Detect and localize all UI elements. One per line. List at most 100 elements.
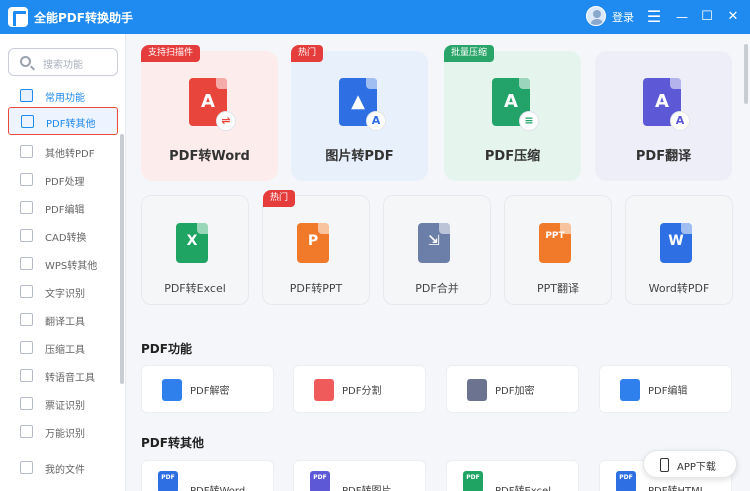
ticket-icon [20, 397, 33, 410]
compress-icon [20, 341, 33, 354]
badge-hot: 热门 [291, 45, 324, 62]
phone-icon [660, 458, 669, 472]
voice-icon [20, 369, 33, 382]
close-button[interactable]: ✕ [722, 6, 744, 28]
cad-icon [20, 229, 33, 242]
tool-pdf-to-image[interactable]: PDF PDF转图片 [293, 460, 426, 491]
sidebar-item-pdf-to-other[interactable]: PDF转其他 [8, 107, 118, 135]
sidebar-item-label: WPS转其他 [45, 261, 98, 272]
tool-pdf-edit[interactable]: PDF编辑 [599, 365, 732, 413]
card-word-to-pdf[interactable]: W Word转PDF [625, 195, 733, 305]
lock-icon [467, 379, 487, 401]
tool-label: PDF编辑 [648, 386, 688, 397]
sidebar-item-label: PDF编辑 [45, 205, 85, 216]
main-scrollbar[interactable] [744, 44, 748, 104]
sidebar-item-compress[interactable]: 压缩工具 [8, 334, 118, 362]
app-download-button[interactable]: APP下载 [643, 450, 737, 478]
title-bar: 全能PDF转换助手 登录 ☰ — ☐ ✕ [0, 0, 750, 34]
sidebar-item-label: 其他转PDF [45, 149, 95, 160]
badge-hot: 热门 [263, 190, 296, 207]
login-link[interactable]: 登录 [612, 9, 634, 25]
card-label: Word转PDF [648, 282, 710, 295]
word-icon: W [660, 223, 692, 263]
tool-pdf-split[interactable]: PDF分割 [293, 365, 426, 413]
tool-pdf-to-excel[interactable]: PDF PDF转Excel [446, 460, 579, 491]
card-ppt-translate[interactable]: PPT PPT翻译 [504, 195, 612, 305]
sidebar-item-label: PDF转其他 [46, 119, 96, 130]
sidebar-item-common[interactable]: 常用功能 [8, 82, 118, 110]
sidebar-item-pdf-process[interactable]: PDF处理 [8, 166, 118, 194]
card-label: PDF转Excel [164, 282, 226, 295]
tool-pdf-encrypt[interactable]: PDF加密 [446, 365, 579, 413]
tool-label: PDF转Word [190, 482, 245, 491]
sidebar-scrollbar[interactable] [120, 134, 124, 384]
menu-button[interactable]: ☰ [643, 6, 665, 28]
pdf-mark-icon: A [366, 111, 386, 131]
pdf-to-word-icon: PDF [158, 471, 178, 491]
translate-icon [20, 313, 33, 326]
split-icon [314, 379, 334, 401]
sidebar-item-label: 我的文件 [45, 465, 85, 476]
sidebar-item-translate[interactable]: 翻译工具 [8, 306, 118, 334]
tool-pdf-to-word[interactable]: PDF PDF转Word [141, 460, 274, 491]
card-pdf-translate[interactable]: AA PDF翻译 [595, 51, 732, 181]
card-pdf-merge[interactable]: ⇲ PDF合并 [383, 195, 491, 305]
sidebar-item-scan[interactable]: 万能识别 [8, 418, 118, 446]
sidebar-item-label: 翻译工具 [45, 317, 85, 328]
sidebar-item-cad[interactable]: CAD转换 [8, 222, 118, 250]
card-pdf-to-excel[interactable]: X PDF转Excel [141, 195, 249, 305]
section-title-pdf-to-other: PDF转其他 [141, 436, 204, 450]
card-label: PDF转PPT [289, 282, 343, 295]
sidebar-item-voice[interactable]: 转语音工具 [8, 362, 118, 390]
pdf-to-excel-icon: PDF [463, 471, 483, 491]
ppt-translate-icon: PPT [539, 223, 571, 263]
tool-label: PDF解密 [190, 386, 230, 397]
badge-scan-support: 支持扫描件 [141, 45, 201, 62]
compress-document-icon: A ≡ [492, 78, 539, 131]
scan-icon [20, 425, 33, 438]
minimize-button[interactable]: — [671, 6, 693, 28]
tool-label: PDF分割 [342, 386, 382, 397]
sidebar-item-ocr[interactable]: 文字识别 [8, 278, 118, 306]
main-content: A ⇌ PDF转Word 支持扫描件 ▲ A 图片转PDF 热门 A ≡ PDF压缩 … [127, 34, 750, 491]
sidebar-item-ticket[interactable]: 票证识别 [8, 390, 118, 418]
star-icon [20, 89, 33, 102]
section-title-pdf-functions: PDF功能 [141, 342, 192, 356]
card-label: 图片转PDF [325, 149, 394, 164]
sidebar-item-label: 万能识别 [45, 429, 85, 440]
sidebar-item-my-files[interactable]: 我的文件 [8, 454, 118, 482]
sidebar-item-pdf-edit[interactable]: PDF编辑 [8, 194, 118, 222]
convert-icon [20, 145, 33, 158]
layers-icon: ≡ [519, 111, 539, 131]
pdf-icon [21, 115, 34, 128]
search-placeholder: 搜索功能 [43, 60, 83, 71]
edit-icon [20, 201, 33, 214]
tool-label: PDF转Excel [495, 482, 551, 491]
sidebar-item-label: 文字识别 [45, 289, 85, 300]
wps-icon [20, 257, 33, 270]
translate-document-icon: AA [643, 78, 690, 131]
card-pdf-to-ppt[interactable]: P PDF转PPT 热门 [262, 190, 370, 305]
app-title: 全能PDF转换助手 [34, 11, 133, 25]
maximize-button[interactable]: ☐ [696, 6, 718, 28]
convert-arrows-icon: ⇌ [216, 111, 236, 131]
excel-icon: X [176, 223, 208, 263]
sidebar-item-label: CAD转换 [45, 233, 87, 244]
tool-pdf-decrypt[interactable]: PDF解密 [141, 365, 274, 413]
ocr-icon [20, 285, 33, 298]
avatar-icon [586, 6, 606, 26]
card-pdf-to-word[interactable]: A ⇌ PDF转Word 支持扫描件 [141, 45, 278, 181]
search-input[interactable]: 搜索功能 [8, 48, 118, 76]
card-image-to-pdf[interactable]: ▲ A 图片转PDF 热门 [291, 45, 428, 181]
card-pdf-compress[interactable]: A ≡ PDF压缩 批量压缩 [444, 45, 581, 181]
sidebar-item-wps[interactable]: WPS转其他 [8, 250, 118, 278]
user-avatar[interactable] [586, 6, 608, 28]
ppt-icon: P [297, 223, 329, 263]
folder-icon [20, 461, 33, 474]
pdf-to-image-icon: PDF [310, 471, 330, 491]
unlock-icon [162, 379, 182, 401]
sidebar-item-other-to-pdf[interactable]: 其他转PDF [8, 138, 118, 166]
tool-label: PDF转HTML [648, 482, 705, 491]
card-label: PDF转Word [169, 149, 250, 164]
search-icon [20, 56, 31, 67]
